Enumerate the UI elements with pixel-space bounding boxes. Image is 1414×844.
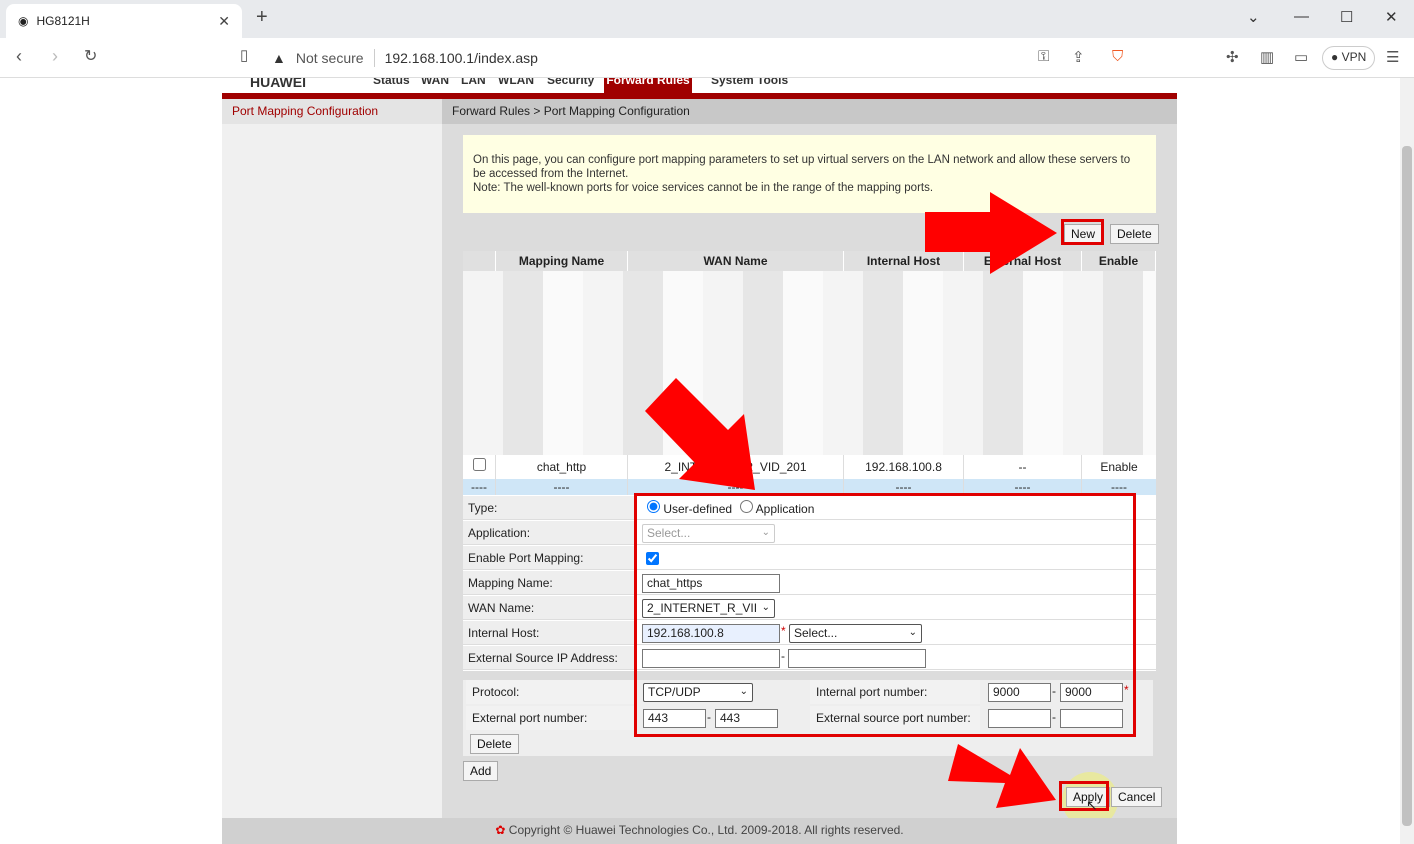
mouse-cursor-icon: ↖ xyxy=(1086,797,1098,813)
arrow-icon xyxy=(925,192,1057,274)
scrollbar-thumb[interactable] xyxy=(1402,146,1412,826)
annotation-arrows xyxy=(645,192,1057,808)
arrow-icon xyxy=(645,378,755,490)
arrow-icon xyxy=(948,744,1056,808)
